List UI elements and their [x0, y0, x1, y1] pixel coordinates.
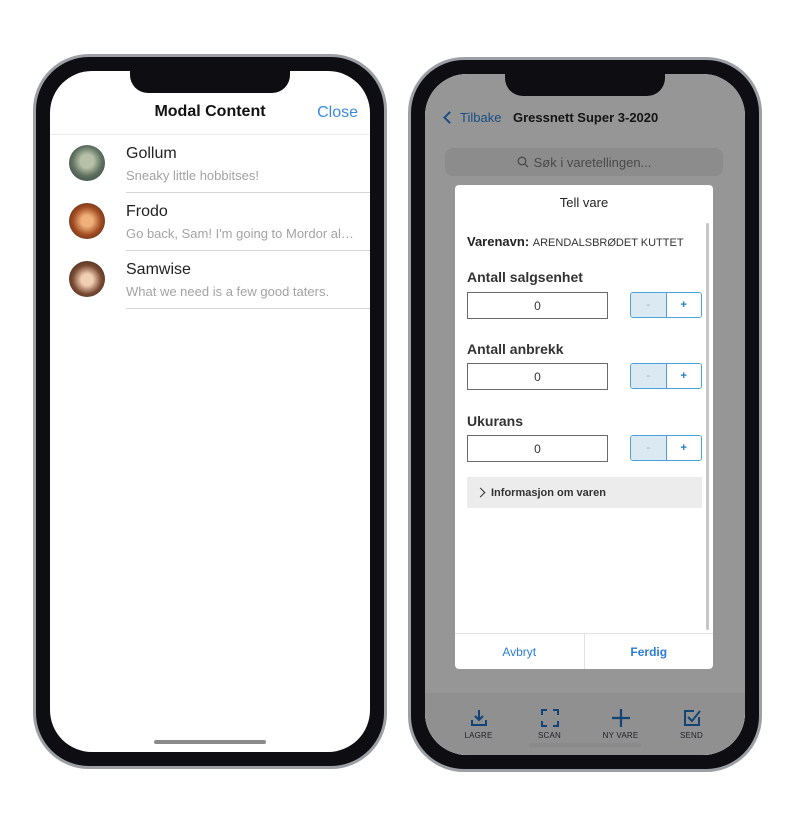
contact-name: Samwise — [126, 261, 191, 278]
contact-name: Frodo — [126, 203, 168, 220]
avatar — [69, 203, 105, 239]
dialog-title: Tell vare — [559, 195, 609, 210]
anbrekk-input[interactable]: 0 — [467, 363, 608, 390]
item-info-expander[interactable]: Informasjon om varen — [467, 477, 702, 508]
contact-text: Gollum Sneaky little hobbitses! — [126, 135, 370, 193]
phone-frame-right: Tilbake Gressnett Super 3-2020 Søk i var… — [408, 57, 762, 772]
anbrekk-stepper: - + — [630, 363, 702, 389]
phone-screen-right: Tilbake Gressnett Super 3-2020 Søk i var… — [425, 74, 745, 755]
contact-message: Sneaky little hobbitses! — [126, 168, 259, 183]
dialog-footer: Avbryt Ferdig — [455, 633, 713, 669]
contact-text: Samwise What we need is a few good tater… — [126, 251, 370, 309]
field-label-anbrekk: Antall anbrekk — [467, 341, 564, 357]
phone-frame-left: Modal Content Close Gollum Sneaky little… — [33, 54, 387, 769]
contact-list: Gollum Sneaky little hobbitses! Frodo Go… — [50, 135, 370, 309]
cancel-button[interactable]: Avbryt — [455, 634, 585, 669]
decrement-button[interactable]: - — [631, 364, 667, 388]
scrollbar[interactable] — [706, 223, 709, 630]
item-name-value: ARENDALSBRØDET KUTTET — [532, 237, 684, 249]
decrement-button[interactable]: - — [631, 436, 667, 460]
ukurans-input[interactable]: 0 — [467, 435, 608, 462]
avatar — [69, 261, 105, 297]
contact-text: Frodo Go back, Sam! I'm going to Mordor … — [126, 193, 370, 251]
chevron-right-icon — [475, 487, 486, 498]
item-name: Varenavn: ARENDALSBRØDET KUTTET — [467, 234, 684, 249]
salgsenhet-stepper: - + — [630, 292, 702, 318]
phone-notch — [505, 74, 665, 96]
ukurans-stepper: - + — [630, 435, 702, 461]
phone-screen-left: Modal Content Close Gollum Sneaky little… — [50, 71, 370, 752]
contact-name: Gollum — [126, 145, 177, 162]
phone-notch — [130, 71, 290, 93]
field-label-ukurans: Ukurans — [467, 413, 524, 429]
increment-button[interactable]: + — [666, 436, 701, 460]
increment-button[interactable]: + — [666, 293, 701, 317]
done-button[interactable]: Ferdig — [585, 634, 714, 669]
home-indicator[interactable] — [529, 743, 641, 747]
contact-message: What we need is a few good taters. — [126, 284, 330, 299]
item-name-label: Varenavn: — [467, 234, 530, 249]
field-label-salgsenhet: Antall salgsenhet — [467, 269, 583, 285]
close-button[interactable]: Close — [317, 104, 358, 122]
salgsenhet-input[interactable]: 0 — [467, 292, 608, 319]
count-item-dialog: Tell vare Varenavn: ARENDALSBRØDET KUTTE… — [455, 185, 713, 669]
list-item[interactable]: Frodo Go back, Sam! I'm going to Mordor … — [50, 193, 370, 251]
list-item[interactable]: Samwise What we need is a few good tater… — [50, 251, 370, 309]
increment-button[interactable]: + — [666, 364, 701, 388]
home-indicator[interactable] — [154, 740, 266, 744]
item-info-label: Informasjon om varen — [491, 486, 606, 499]
list-item[interactable]: Gollum Sneaky little hobbitses! — [50, 135, 370, 193]
decrement-button[interactable]: - — [631, 293, 667, 317]
avatar — [69, 145, 105, 181]
contact-message: Go back, Sam! I'm going to Mordor alone! — [126, 226, 358, 241]
